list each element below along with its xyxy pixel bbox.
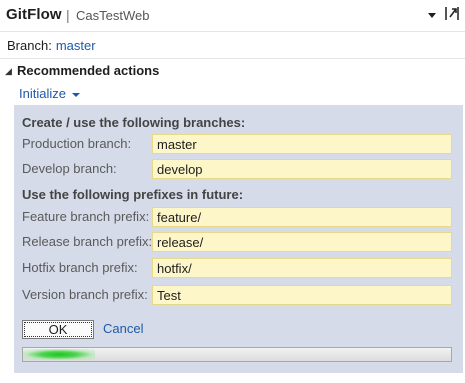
production-branch-input[interactable] bbox=[152, 134, 452, 154]
branches-heading: Create / use the following branches: bbox=[22, 115, 246, 130]
release-prefix-input[interactable] bbox=[152, 232, 452, 252]
prefixes-heading: Use the following prefixes in future: bbox=[22, 187, 244, 202]
page-title: GitFlow bbox=[6, 6, 62, 23]
section-heading: Recommended actions bbox=[17, 63, 160, 78]
collapse-triangle-icon[interactable]: ◢ bbox=[5, 66, 15, 77]
feature-prefix-label: Feature branch prefix: bbox=[22, 209, 150, 224]
hotfix-prefix-label: Hotfix branch prefix: bbox=[22, 260, 138, 275]
version-prefix-label: Version branch prefix: bbox=[22, 287, 148, 302]
progress-indicator bbox=[23, 349, 95, 360]
branch-label: Branch: bbox=[7, 38, 52, 53]
branch-link[interactable]: master bbox=[56, 38, 96, 53]
chevron-down-icon bbox=[71, 92, 80, 97]
recommended-actions-header[interactable]: ◢ Recommended actions bbox=[5, 63, 159, 78]
title-separator: | bbox=[66, 7, 70, 23]
current-branch: Branch: master bbox=[7, 38, 96, 53]
cancel-link[interactable]: Cancel bbox=[103, 321, 143, 336]
version-prefix-input[interactable] bbox=[152, 285, 452, 305]
develop-branch-label: Develop branch: bbox=[22, 161, 117, 176]
feature-prefix-input[interactable] bbox=[152, 207, 452, 227]
production-branch-label: Production branch: bbox=[22, 136, 132, 151]
repository-name: CasTestWeb bbox=[76, 8, 150, 23]
dropdown-arrow-icon[interactable] bbox=[425, 5, 439, 25]
develop-branch-input[interactable] bbox=[152, 159, 452, 179]
ok-button[interactable]: OK bbox=[22, 320, 94, 339]
progress-bar bbox=[22, 347, 452, 362]
hotfix-prefix-input[interactable] bbox=[152, 258, 452, 278]
navigate-up-icon[interactable] bbox=[443, 4, 461, 24]
release-prefix-label: Release branch prefix: bbox=[22, 234, 153, 249]
divider bbox=[0, 58, 465, 59]
panel-header: GitFlow | CasTestWeb bbox=[0, 0, 465, 32]
initialize-form: Create / use the following branches: Pro… bbox=[14, 105, 463, 373]
initialize-label: Initialize bbox=[19, 86, 66, 101]
initialize-dropdown[interactable]: Initialize bbox=[19, 86, 80, 101]
